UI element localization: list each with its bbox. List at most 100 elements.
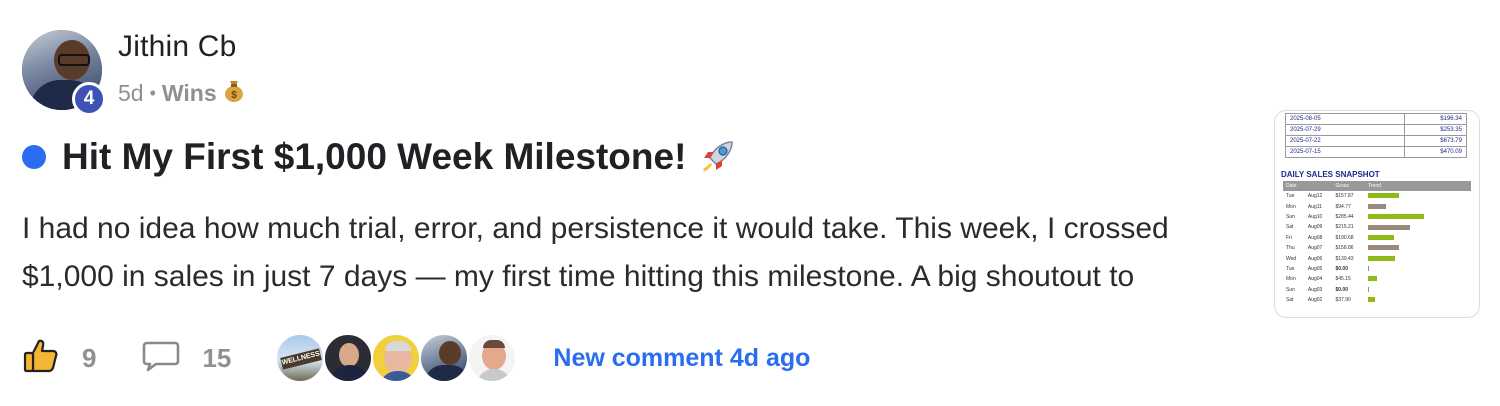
sales-row: Tue Aug12 $157.87: [1283, 191, 1471, 201]
sales-date: Aug06: [1307, 255, 1323, 262]
author-name[interactable]: Jithin Cb: [118, 30, 237, 64]
sales-date: Aug02: [1307, 297, 1323, 304]
trend-bar: [1368, 297, 1375, 303]
sales-trend: [1365, 274, 1471, 284]
commenter-avatar[interactable]: WELLNESS: [275, 333, 326, 383]
money-bag-icon: $: [223, 78, 245, 108]
post-footer: 9 15 WELLNESS New comment 4d ago: [22, 330, 810, 386]
week-date: 2025-07-22: [1285, 135, 1405, 147]
wellness-sign: WELLNESS: [280, 348, 323, 370]
sales-gross: $0.00: [1335, 265, 1348, 272]
trend-bar: [1368, 245, 1399, 251]
sales-gross: $157.87: [1335, 193, 1354, 200]
sales-row: Wed Aug06 $139.43: [1283, 253, 1471, 263]
sales-trend: [1365, 253, 1471, 263]
level-badge: 4: [72, 82, 106, 116]
sales-row: Thu Aug07 $158.86: [1283, 243, 1471, 253]
attachment-thumbnail[interactable]: 2025-08-05 $196.34 2025-07-29 $253.35 2025-0…: [1274, 110, 1480, 318]
sales-row: Tue Aug05 $0.00: [1283, 264, 1471, 274]
trend-bar: [1368, 266, 1369, 272]
sales-day: Tue: [1286, 265, 1295, 272]
sales-day: Tue: [1286, 193, 1295, 200]
like-button[interactable]: 9: [22, 337, 96, 380]
sales-date: Aug08: [1307, 234, 1323, 241]
sales-day: Mon: [1286, 203, 1296, 210]
sales-trend: [1365, 191, 1471, 201]
sales-gross: $285.44: [1335, 213, 1354, 220]
sales-date: Aug10: [1307, 213, 1323, 220]
sales-date: Aug03: [1307, 286, 1323, 293]
trend-bar: [1368, 234, 1394, 240]
new-comment-link[interactable]: New comment 4d ago: [553, 344, 810, 373]
sales-gross: $0.00: [1335, 286, 1348, 293]
sales-gross: $37.90: [1335, 297, 1351, 304]
trend-bar: [1368, 276, 1377, 282]
sales-row: Sat Aug02 $37.90: [1283, 295, 1471, 305]
author-avatar[interactable]: 4: [22, 30, 106, 116]
column-header: Trend: [1365, 181, 1471, 191]
commenter-avatar[interactable]: [323, 333, 374, 383]
comment-icon: [142, 339, 180, 378]
sales-day: Wed: [1286, 255, 1297, 262]
weekly-total-row: 2025-07-15 $470.09: [1285, 146, 1467, 158]
sales-day: Mon: [1286, 276, 1296, 283]
sales-day: Sun: [1286, 213, 1295, 220]
category-label[interactable]: Wins: [162, 80, 217, 107]
body-line: $1,000 in sales in just 7 days — my firs…: [22, 260, 1135, 293]
sales-day: Sat: [1286, 224, 1294, 231]
thumbs-up-icon: [22, 337, 60, 380]
commenter-avatar[interactable]: [419, 333, 470, 383]
sales-date: Aug07: [1307, 245, 1323, 252]
sales-row: Mon Aug04 $45.15: [1283, 274, 1471, 284]
sales-gross: $45.15: [1335, 276, 1351, 283]
sales-trend: [1365, 295, 1471, 305]
sales-gross: $94.77: [1335, 203, 1351, 210]
comment-button[interactable]: 15: [142, 339, 231, 378]
rocket-icon: [696, 136, 738, 178]
sales-date: Aug12: [1307, 193, 1323, 200]
sales-trend: [1365, 243, 1471, 253]
sales-gross: $139.43: [1335, 255, 1354, 262]
sales-row: Mon Aug11 $94.77: [1283, 201, 1471, 211]
sales-row: Sun Aug10 $285.44: [1283, 212, 1471, 222]
sales-gross: $158.86: [1335, 245, 1354, 252]
week-value: $470.09: [1404, 146, 1467, 158]
sales-row: Sun Aug03 $0.00: [1283, 285, 1471, 295]
sales-trend: [1365, 264, 1471, 274]
weekly-total-row: 2025-07-22 $673.79: [1285, 135, 1467, 147]
sales-gross: $190.68: [1335, 234, 1354, 241]
like-count: 9: [82, 342, 97, 373]
unread-indicator: [22, 145, 46, 169]
sales-day: Sat: [1286, 297, 1294, 304]
sales-trend: [1365, 212, 1471, 222]
meta-separator: •: [149, 82, 156, 103]
sales-date: Aug09: [1307, 224, 1323, 231]
commenter-avatars[interactable]: WELLNESS: [275, 333, 518, 383]
trend-bar: [1368, 224, 1410, 230]
sales-day: Sun: [1286, 286, 1295, 293]
sales-trend: [1365, 222, 1471, 232]
commenter-avatar[interactable]: [371, 333, 422, 383]
column-header: Gross: [1332, 181, 1365, 191]
trend-bar: [1368, 286, 1369, 292]
week-date: 2025-07-15: [1285, 146, 1405, 158]
weekly-totals-table: 2025-08-05 $196.34 2025-07-29 $253.35 2025-0…: [1285, 113, 1467, 158]
post-body[interactable]: I had no idea how much trial, error, and…: [22, 205, 1242, 301]
snapshot-title: DAILY SALES SNAPSHOT: [1281, 170, 1380, 179]
sales-date: Aug05: [1307, 265, 1323, 272]
week-date: 2025-07-29: [1285, 124, 1405, 136]
sales-date: Aug04: [1307, 276, 1323, 283]
sales-row: Sat Aug09 $215.21: [1283, 222, 1471, 232]
sales-date: Aug11: [1307, 203, 1322, 210]
week-value: $196.34: [1404, 113, 1467, 125]
post-age: 5d: [118, 79, 144, 106]
post-title-row[interactable]: Hit My First $1,000 Week Milestone!: [22, 136, 738, 178]
week-value: $253.35: [1404, 124, 1467, 136]
weekly-total-row: 2025-07-29 $253.35: [1285, 124, 1467, 136]
trend-bar: [1368, 203, 1386, 209]
post-title[interactable]: Hit My First $1,000 Week Milestone!: [62, 136, 686, 178]
commenter-avatar[interactable]: [467, 333, 518, 383]
sales-gross: $215.21: [1335, 224, 1354, 231]
week-date: 2025-08-05: [1285, 113, 1405, 125]
column-header: Date: [1283, 181, 1333, 191]
